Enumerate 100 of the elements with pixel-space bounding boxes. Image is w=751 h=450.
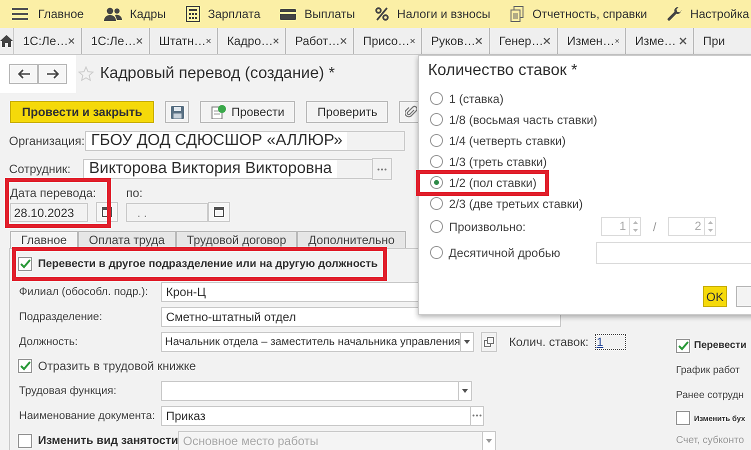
radio-button[interactable] xyxy=(430,197,443,210)
open-tab[interactable]: Измен… xyxy=(558,28,626,54)
home-icon[interactable] xyxy=(0,28,14,54)
menu-item[interactable]: Настройка xyxy=(690,7,750,21)
card-icon xyxy=(280,8,296,20)
close-icon[interactable] xyxy=(206,37,211,45)
radio-button[interactable] xyxy=(430,155,443,168)
checkbox[interactable] xyxy=(18,257,32,271)
up-caret-icon[interactable] xyxy=(632,220,638,224)
open-icon[interactable] xyxy=(481,332,497,352)
calendar-icon[interactable] xyxy=(208,202,230,222)
field-label: Организация: xyxy=(9,134,85,148)
open-tab[interactable]: Присо… xyxy=(354,28,422,54)
percent-icon xyxy=(375,7,390,21)
menu-item[interactable]: Выплаты xyxy=(304,7,356,21)
fraction-slash: / xyxy=(653,220,656,234)
close-icon[interactable] xyxy=(475,37,483,45)
menu-icon[interactable] xyxy=(12,7,28,21)
field-label: Наименование документа: xyxy=(19,410,156,422)
save-button[interactable] xyxy=(165,101,190,123)
close-icon[interactable] xyxy=(679,37,687,45)
close-icon[interactable] xyxy=(340,37,347,45)
caret-icon xyxy=(462,388,468,392)
menu-item[interactable]: Главное xyxy=(38,7,84,21)
checkbox[interactable] xyxy=(676,411,690,425)
menu-item[interactable]: Налоги и взносы xyxy=(397,7,490,21)
close-icon[interactable] xyxy=(543,37,551,45)
option-label: 2/3 (две третьих ставки) xyxy=(449,196,583,210)
field-label: Подразделение: xyxy=(19,310,104,322)
star-icon[interactable] xyxy=(78,66,94,82)
open-tab[interactable]: При xyxy=(694,28,751,54)
checkbox-label: Отразить в трудовой книжке xyxy=(38,359,196,373)
option-label: 1/2 (пол ставки) xyxy=(449,176,537,190)
dropdown-button[interactable] xyxy=(460,332,474,352)
open-tab[interactable]: Руков… xyxy=(422,28,490,54)
form-tab[interactable]: Трудовой договор xyxy=(176,231,298,248)
dialog-title: Количество ставок * xyxy=(428,62,578,81)
checkbox[interactable] xyxy=(676,338,690,352)
up-caret-icon[interactable] xyxy=(708,220,713,224)
ellipsis-icon xyxy=(377,168,387,170)
open-tab[interactable]: Генер… xyxy=(490,28,558,54)
option-label: 1/3 (треть ставки) xyxy=(449,154,547,168)
employee-field[interactable]: Викторова Виктория Викторовна xyxy=(83,159,373,179)
open-tab[interactable]: Работ… xyxy=(286,28,354,54)
checkbox-label: Изменить вид занятости xyxy=(38,434,178,446)
forward-button[interactable] xyxy=(38,64,67,84)
open-tab[interactable]: 1С:Ле… xyxy=(14,28,82,54)
open-tab[interactable]: 1С:Ле… xyxy=(82,28,150,54)
document-icon xyxy=(211,105,228,119)
radio-button[interactable] xyxy=(430,134,443,147)
close-icon[interactable] xyxy=(273,37,279,45)
post-button[interactable]: Провести xyxy=(200,101,296,123)
down-caret-icon[interactable] xyxy=(632,229,638,232)
post-and-close-button[interactable]: Провести и закрыть xyxy=(10,101,154,123)
document-title: Кадровый перевод (создание) * xyxy=(100,65,335,83)
date-field[interactable]: 28.10.2023 xyxy=(10,203,88,222)
open-tab[interactable]: Изме… xyxy=(626,28,694,54)
option-label: Произвольно: xyxy=(449,220,527,234)
rate-link[interactable]: 1 xyxy=(594,334,626,350)
field-label: Сотрудник: xyxy=(9,162,72,176)
select-button[interactable] xyxy=(372,158,392,180)
field-label: по: xyxy=(126,186,144,200)
back-button[interactable] xyxy=(9,64,38,84)
calculator-icon xyxy=(186,6,200,22)
check-button[interactable]: Проверить xyxy=(306,101,388,123)
ok-button[interactable]: OK xyxy=(703,286,727,307)
decimal-field[interactable] xyxy=(596,242,751,264)
radio-button[interactable] xyxy=(430,113,443,126)
radio-button[interactable] xyxy=(430,220,443,233)
checkbox[interactable] xyxy=(18,359,32,373)
option-label: 1/4 (четверть ставки) xyxy=(449,134,566,148)
organization-field[interactable]: ГБОУ ДОД СДЮСШОР «АЛЛЮР» xyxy=(85,131,405,151)
down-caret-icon[interactable] xyxy=(708,229,713,232)
form-tab[interactable]: Оплата труда xyxy=(78,231,176,248)
radio-button[interactable] xyxy=(430,176,443,189)
labor-function-field[interactable] xyxy=(161,380,459,400)
menu-item[interactable]: Зарплата xyxy=(208,7,260,21)
close-icon[interactable] xyxy=(68,37,75,45)
ellipsis-icon xyxy=(472,414,482,417)
open-tab[interactable]: Кадро… xyxy=(218,28,286,54)
select-button[interactable] xyxy=(470,406,484,426)
close-icon[interactable] xyxy=(410,37,415,45)
form-tab[interactable]: Дополнительно xyxy=(297,231,406,248)
close-icon[interactable] xyxy=(614,37,619,45)
document-name-field[interactable]: Приказ xyxy=(161,406,471,426)
option-label: 1/8 (восьмая часть ставки) xyxy=(449,112,598,126)
form-tab[interactable]: Главное xyxy=(10,231,78,248)
radio-button[interactable] xyxy=(430,246,443,259)
caret-icon xyxy=(464,340,470,344)
menu-item[interactable]: Отчетность, справки xyxy=(532,7,648,21)
forward-arrow-icon xyxy=(46,69,58,79)
caret-icon xyxy=(486,438,492,442)
dropdown-button[interactable] xyxy=(458,380,472,400)
position-field[interactable]: Начальник отдела – заместитель начальника управления xyxy=(161,332,461,352)
wrench-icon xyxy=(667,6,682,22)
radio-button[interactable] xyxy=(430,92,443,105)
close-icon[interactable] xyxy=(136,37,143,45)
open-tab[interactable]: Штатн… xyxy=(150,28,218,54)
menu-item[interactable]: Кадры xyxy=(130,7,166,21)
back-arrow-icon xyxy=(18,69,30,79)
